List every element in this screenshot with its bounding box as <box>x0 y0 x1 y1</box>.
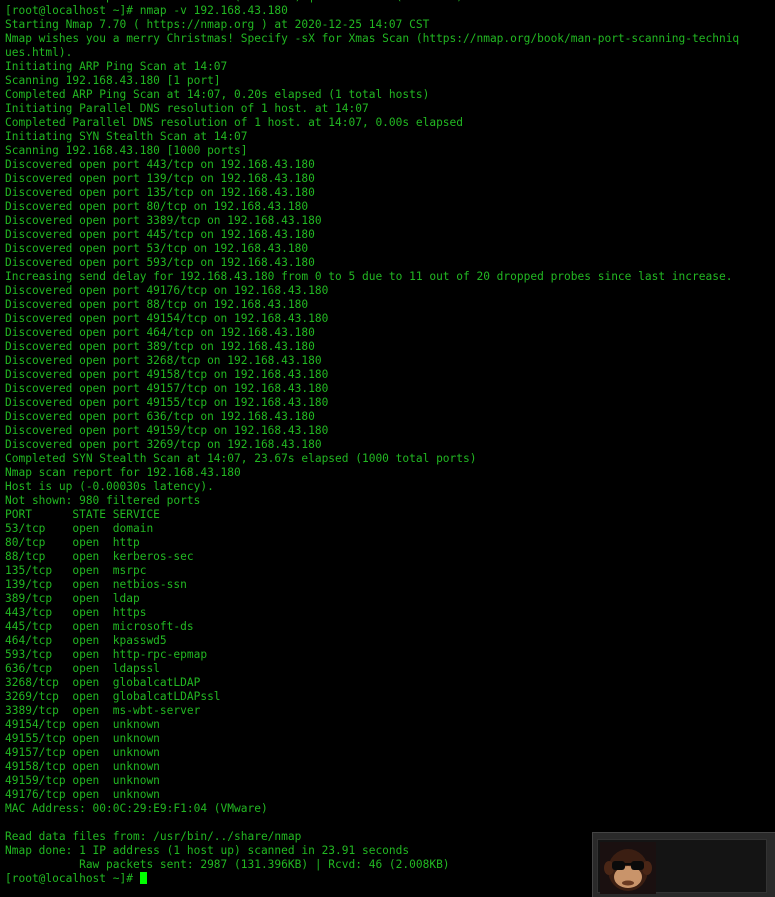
terminal-line: Discovered open port 443/tcp on 192.168.… <box>5 158 315 171</box>
terminal-line: Host is up (-0.00030s latency). <box>5 480 214 493</box>
terminal-line: MAC Address: 00:0C:29:E9:F1:04 (VMware) <box>5 802 268 815</box>
terminal-line: Discovered open port 3389/tcp on 192.168… <box>5 214 322 227</box>
avatar-panel <box>597 839 767 894</box>
terminal-line: 49154/tcp open unknown <box>5 718 160 731</box>
terminal-line: Scanning 192.168.43.180 [1 port] <box>5 74 221 87</box>
terminal-line: 49155/tcp open unknown <box>5 732 160 745</box>
terminal-line: Discovered open port 636/tcp on 192.168.… <box>5 410 315 423</box>
terminal-line: Discovered open port 3269/tcp on 192.168… <box>5 438 322 451</box>
terminal-line: 49157/tcp open unknown <box>5 746 160 759</box>
terminal-line: Discovered open port 389/tcp on 192.168.… <box>5 340 315 353</box>
terminal-line: 445/tcp open microsoft-ds <box>5 620 194 633</box>
terminal-line: 49158/tcp open unknown <box>5 760 160 773</box>
prompt-text: [root@localhost ~]# <box>5 872 140 885</box>
terminal-line: [root@localhost ~]# nmap -v 192.168.43.1… <box>5 4 288 17</box>
terminal-line: Discovered open port 139/tcp on 192.168.… <box>5 172 315 185</box>
terminal-line: 3268/tcp open globalcatLDAP <box>5 676 201 689</box>
terminal-line: 53/tcp open domain <box>5 522 154 535</box>
terminal-line: Discovered open port 49176/tcp on 192.16… <box>5 284 329 297</box>
terminal-line: PORT STATE SERVICE <box>5 508 160 521</box>
terminal-line: Discovered open port 53/tcp on 192.168.4… <box>5 242 309 255</box>
terminal-line: Completed ARP Ping Scan at 14:07, 0.20s … <box>5 88 430 101</box>
monkey-sunglasses-avatar-icon <box>600 842 656 894</box>
terminal-line: 443/tcp open https <box>5 606 147 619</box>
terminal-line: 80/tcp open http <box>5 536 140 549</box>
terminal-line: Initiating SYN Stealth Scan at 14:07 <box>5 130 248 143</box>
terminal-line: Discovered open port 49157/tcp on 192.16… <box>5 382 329 395</box>
terminal-line: 389/tcp open ldap <box>5 592 140 605</box>
terminal-line: 593/tcp open http-rpc-epmap <box>5 648 208 661</box>
terminal-line: Initiating Parallel DNS resolution of 1 … <box>5 102 369 115</box>
terminal-line: Not shown: 980 filtered ports <box>5 494 201 507</box>
terminal-output: Raw packets sent: 2000 (88.000KB) | Rcvd… <box>5 0 739 886</box>
terminal-line: ues.html). <box>5 46 73 59</box>
terminal-line: Discovered open port 445/tcp on 192.168.… <box>5 228 315 241</box>
terminal-line: 88/tcp open kerberos-sec <box>5 550 194 563</box>
terminal-line: Completed Parallel DNS resolution of 1 h… <box>5 116 464 129</box>
terminal-line: Discovered open port 135/tcp on 192.168.… <box>5 186 315 199</box>
terminal-line: Discovered open port 88/tcp on 192.168.4… <box>5 298 309 311</box>
terminal-line: Discovered open port 80/tcp on 192.168.4… <box>5 200 309 213</box>
terminal-line: Discovered open port 593/tcp on 192.168.… <box>5 256 315 269</box>
terminal-line: Discovered open port 49154/tcp on 192.16… <box>5 312 329 325</box>
terminal-line: Discovered open port 464/tcp on 192.168.… <box>5 326 315 339</box>
terminal-line: Scanning 192.168.43.180 [1000 ports] <box>5 144 248 157</box>
terminal-line: Initiating ARP Ping Scan at 14:07 <box>5 60 228 73</box>
terminal-line: Completed SYN Stealth Scan at 14:07, 23.… <box>5 452 477 465</box>
terminal-line: 3269/tcp open globalcatLDAPssl <box>5 690 221 703</box>
terminal-line: Nmap wishes you a merry Christmas! Speci… <box>5 32 740 45</box>
terminal-line: 135/tcp open msrpc <box>5 564 147 577</box>
terminal-line: 3389/tcp open ms-wbt-server <box>5 704 201 717</box>
terminal-line: Discovered open port 49158/tcp on 192.16… <box>5 368 329 381</box>
terminal-line: Starting Nmap 7.70 ( https://nmap.org ) … <box>5 18 430 31</box>
terminal-line: 464/tcp open kpasswd5 <box>5 634 167 647</box>
terminal-line: 49176/tcp open unknown <box>5 788 160 801</box>
avatar-overlay[interactable] <box>592 832 775 897</box>
text-cursor <box>139 872 147 884</box>
terminal-line: 139/tcp open netbios-ssn <box>5 578 187 591</box>
terminal-line: 49159/tcp open unknown <box>5 774 160 787</box>
terminal-window[interactable]: Raw packets sent: 2000 (88.000KB) | Rcvd… <box>0 0 775 896</box>
terminal-line: 636/tcp open ldapssl <box>5 662 160 675</box>
terminal-line: Discovered open port 49159/tcp on 192.16… <box>5 424 329 437</box>
terminal-line: Discovered open port 49155/tcp on 192.16… <box>5 396 329 409</box>
terminal-line: Increasing send delay for 192.168.43.180… <box>5 270 733 283</box>
terminal-line: Nmap scan report for 192.168.43.180 <box>5 466 241 479</box>
terminal-line: Discovered open port 3268/tcp on 192.168… <box>5 354 322 367</box>
